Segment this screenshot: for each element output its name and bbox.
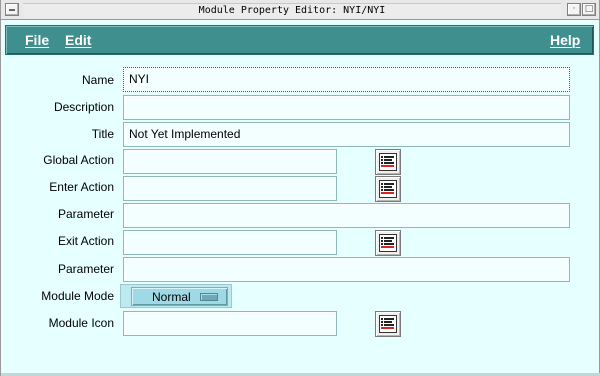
enter-parameter-label: Parameter bbox=[57, 207, 114, 221]
module-icon-label: Module Icon bbox=[48, 316, 114, 330]
title-bar[interactable]: Module Property Editor: NYI/NYI · □ bbox=[1, 0, 599, 20]
global-action-field[interactable] bbox=[123, 149, 337, 174]
global-action-label: Global Action bbox=[43, 153, 114, 167]
window-menu-icon[interactable] bbox=[5, 3, 19, 16]
module-mode-value: Normal bbox=[152, 290, 191, 304]
list-editor-icon bbox=[379, 234, 397, 252]
menu-file[interactable]: File bbox=[25, 32, 49, 49]
module-icon-editor-button[interactable] bbox=[375, 311, 401, 337]
exit-parameter-field[interactable] bbox=[123, 257, 570, 282]
list-editor-icon bbox=[379, 315, 397, 333]
exit-parameter-label: Parameter bbox=[57, 262, 114, 276]
minimize-icon[interactable]: · bbox=[567, 3, 581, 16]
menu-edit[interactable]: Edit bbox=[65, 32, 91, 49]
exit-action-field[interactable] bbox=[123, 230, 337, 255]
maximize-icon[interactable]: □ bbox=[582, 3, 596, 16]
enter-action-field[interactable] bbox=[123, 176, 337, 201]
option-menu-indicator-icon bbox=[200, 293, 218, 301]
name-field[interactable]: NYI bbox=[123, 67, 570, 92]
module-mode-label: Module Mode bbox=[41, 289, 114, 303]
exit-action-editor-button[interactable] bbox=[375, 230, 401, 256]
module-mode-button[interactable]: Normal bbox=[131, 287, 228, 306]
module-property-editor-window: Module Property Editor: NYI/NYI · □ File… bbox=[0, 0, 600, 376]
list-editor-icon bbox=[379, 153, 397, 171]
enter-action-editor-button[interactable] bbox=[375, 176, 401, 202]
enter-parameter-field[interactable] bbox=[123, 203, 570, 228]
title-field[interactable]: Not Yet Implemented bbox=[123, 122, 570, 147]
module-mode-option-menu[interactable]: Normal bbox=[120, 284, 232, 308]
description-field[interactable] bbox=[123, 95, 570, 120]
menu-bar: File Edit Help bbox=[5, 25, 594, 55]
global-action-editor-button[interactable] bbox=[375, 149, 401, 175]
list-editor-icon bbox=[379, 180, 397, 198]
description-label: Description bbox=[53, 100, 114, 114]
name-label: Name bbox=[81, 73, 114, 87]
title-label: Title bbox=[91, 127, 114, 141]
module-icon-field[interactable] bbox=[123, 311, 337, 336]
window-title: Module Property Editor: NYI/NYI bbox=[23, 3, 561, 18]
enter-action-label: Enter Action bbox=[49, 180, 114, 194]
exit-action-label: Exit Action bbox=[57, 234, 114, 248]
menu-help[interactable]: Help bbox=[550, 32, 580, 49]
